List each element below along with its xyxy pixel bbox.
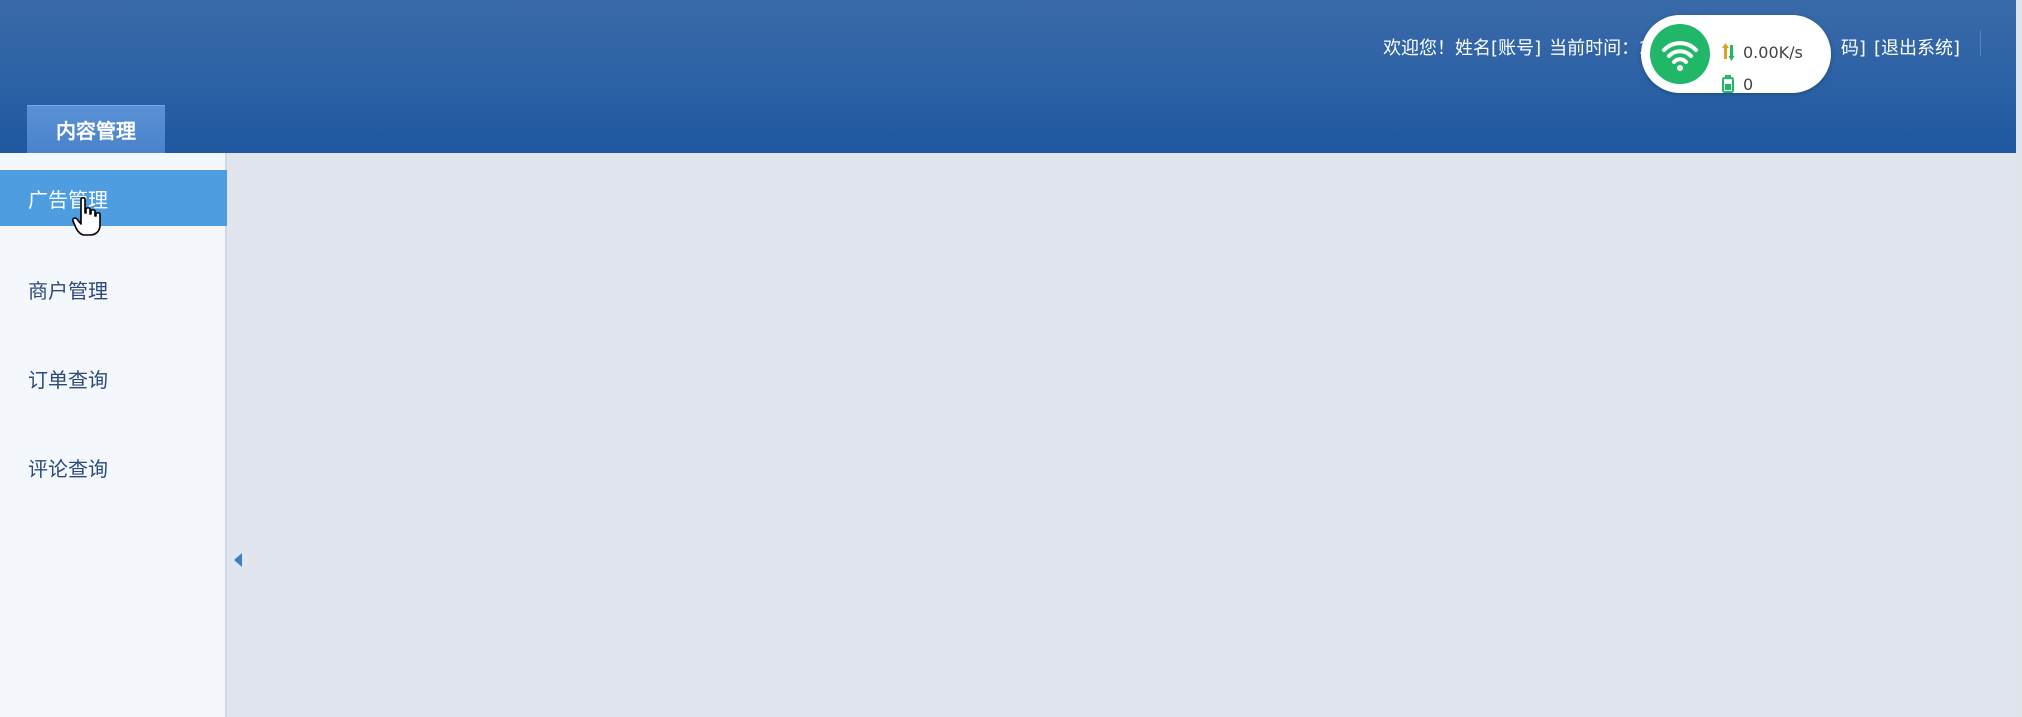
change-password-link[interactable]: 码] (1841, 34, 1866, 60)
main-content-area (227, 153, 2016, 717)
hand-cursor-icon (72, 197, 102, 237)
sidebar-item-ad-management[interactable]: 广告管理 (0, 170, 246, 226)
sidebar-item-merchant-management[interactable]: 商户管理 (0, 261, 225, 317)
sidebar-menu: 广告管理 商户管理 订单查询 评论查询 (0, 153, 246, 717)
right-edge-border (2016, 0, 2022, 717)
wifi-icon (1650, 24, 1710, 84)
top-header: 欢迎您！姓名[账号] 当前时间：2017 码] [退出系统] 内容管理 0.00… (0, 0, 2022, 153)
logout-link[interactable]: [退出系统] (1874, 34, 1960, 60)
speed-arrows-icon (1722, 43, 1736, 61)
network-count-value: 0 (1743, 75, 1754, 94)
header-divider (1980, 30, 1981, 56)
tab-content-management[interactable]: 内容管理 (27, 105, 165, 153)
network-speed-widget[interactable]: 0.00K/s 0 (1641, 15, 1831, 94)
welcome-text: 欢迎您！姓名[账号] (1383, 38, 1542, 59)
network-speed-value: 0.00K/s (1743, 43, 1803, 62)
sidebar-item-order-query[interactable]: 订单查询 (0, 350, 225, 406)
collapse-sidebar-arrow-icon[interactable] (234, 553, 242, 567)
sidebar-item-comment-query[interactable]: 评论查询 (0, 439, 225, 495)
battery-icon (1722, 75, 1734, 93)
